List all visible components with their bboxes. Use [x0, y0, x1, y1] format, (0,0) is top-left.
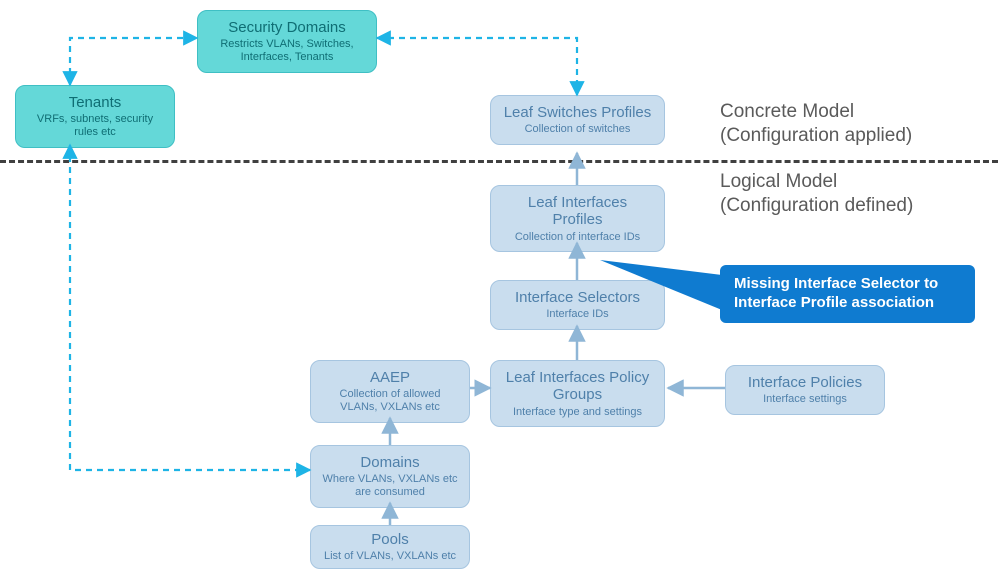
node-aaep-title: AAEP: [321, 369, 459, 386]
node-pools-title: Pools: [321, 531, 459, 548]
edge-tenants-security: [70, 38, 197, 85]
concrete-line2: (Configuration applied): [720, 125, 912, 146]
edge-security-leafswitches: [377, 38, 577, 95]
node-interface-policies: Interface Policies Interface settings: [725, 365, 885, 415]
logical-line2: (Configuration defined): [720, 195, 913, 216]
node-domains: Domains Where VLANs, VXLANs etc are cons…: [310, 445, 470, 508]
node-tenants: Tenants VRFs, subnets, security rules et…: [15, 85, 175, 148]
node-lipg-sub: Interface type and settings: [501, 406, 654, 419]
node-is-title: Interface Selectors: [501, 289, 654, 306]
node-tenants-title: Tenants: [26, 94, 164, 111]
node-ip-sub: Interface settings: [736, 393, 874, 406]
node-leaf-switches-profiles: Leaf Switches Profiles Collection of swi…: [490, 95, 665, 145]
node-lipg-title: Leaf Interfaces Policy Groups: [501, 369, 654, 404]
node-pools: Pools List of VLANs, VXLANs etc: [310, 525, 470, 569]
node-security-domains-title: Security Domains: [208, 19, 366, 36]
node-domains-sub: Where VLANs, VXLANs etc are consumed: [321, 473, 459, 498]
edge-tenants-domains: [70, 145, 310, 470]
node-leaf-interfaces-profiles: Leaf Interfaces Profiles Collection of i…: [490, 185, 665, 252]
callout-missing-association: Missing Interface Selector to Interface …: [720, 265, 975, 323]
node-aaep: AAEP Collection of allowed VLANs, VXLANs…: [310, 360, 470, 423]
node-domains-title: Domains: [321, 454, 459, 471]
callout-line2: Interface Profile association: [734, 294, 934, 311]
model-divider: [0, 160, 998, 163]
node-ip-title: Interface Policies: [736, 374, 874, 391]
logical-model-label: Logical Model (Configuration defined): [720, 170, 913, 218]
logical-line1: Logical Model: [720, 171, 837, 192]
node-pools-sub: List of VLANs, VXLANs etc: [321, 550, 459, 563]
callout-line1: Missing Interface Selector to: [734, 275, 938, 292]
node-security-domains-sub: Restricts VLANs, Switches, Interfaces, T…: [208, 38, 366, 63]
node-aaep-sub: Collection of allowed VLANs, VXLANs etc: [321, 388, 459, 413]
node-lsp-title: Leaf Switches Profiles: [501, 104, 654, 121]
node-interface-selectors: Interface Selectors Interface IDs: [490, 280, 665, 330]
concrete-model-label: Concrete Model (Configuration applied): [720, 100, 912, 148]
node-tenants-sub: VRFs, subnets, security rules etc: [26, 113, 164, 138]
node-leaf-interfaces-policy-groups: Leaf Interfaces Policy Groups Interface …: [490, 360, 665, 427]
node-lip-sub: Collection of interface IDs: [501, 231, 654, 244]
node-is-sub: Interface IDs: [501, 308, 654, 321]
node-lsp-sub: Collection of switches: [501, 123, 654, 136]
concrete-line1: Concrete Model: [720, 101, 854, 122]
node-security-domains: Security Domains Restricts VLANs, Switch…: [197, 10, 377, 73]
node-lip-title: Leaf Interfaces Profiles: [501, 194, 654, 229]
